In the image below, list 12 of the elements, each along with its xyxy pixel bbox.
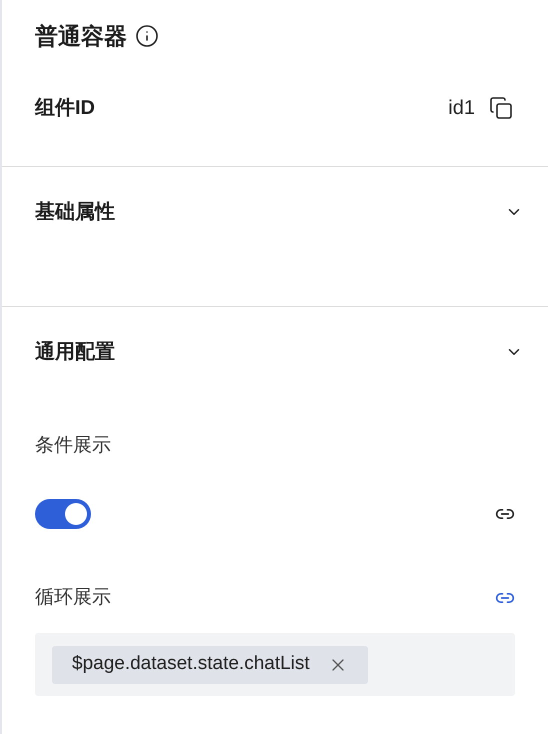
- section-title: 通用配置: [35, 340, 115, 365]
- copy-icon[interactable]: [489, 96, 513, 120]
- field-label: 循环展示: [35, 586, 111, 610]
- section-title: 基础属性: [35, 200, 115, 225]
- panel-title: 普通容器: [35, 22, 127, 51]
- tag-input-field[interactable]: $page.dataset.state.chatList: [35, 633, 515, 696]
- info-icon[interactable]: [135, 24, 159, 48]
- toggle-switch[interactable]: [35, 499, 91, 529]
- field-label: 组件ID: [35, 96, 95, 121]
- tag-text: $page.dataset.state.chatList: [72, 652, 310, 676]
- field-label: 条件展示: [35, 434, 112, 458]
- component-id-value: id1: [448, 96, 475, 121]
